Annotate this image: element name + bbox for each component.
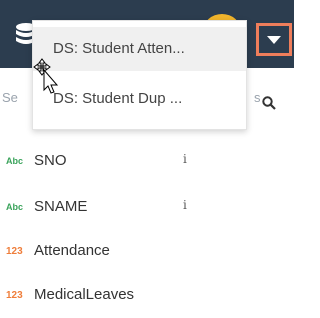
info-icon[interactable]: i bbox=[183, 152, 187, 166]
dataset-dropdown-menu: DS: Student Atten... DS: Student Dup ... bbox=[32, 20, 247, 130]
move-cursor-icon bbox=[33, 58, 59, 94]
dataset-option[interactable]: DS: Student Dup ... bbox=[33, 77, 246, 121]
caret-down-icon bbox=[267, 36, 281, 44]
search-icon[interactable] bbox=[262, 96, 276, 110]
numeric-type-icon: 123 bbox=[6, 290, 23, 301]
field-name: SNAME bbox=[34, 198, 88, 215]
field-name: SNO bbox=[34, 152, 67, 169]
field-item[interactable]: 123 Attendance bbox=[0, 236, 294, 268]
field-item[interactable]: 123 MedicalLeaves bbox=[0, 280, 294, 312]
search-placeholder: Se bbox=[2, 90, 18, 105]
numeric-type-icon: 123 bbox=[6, 246, 23, 257]
dataset-option[interactable]: DS: Student Atten... bbox=[33, 27, 246, 71]
field-name: MedicalLeaves bbox=[34, 286, 135, 303]
field-name: Attendance bbox=[34, 242, 110, 259]
text-type-icon: Abc bbox=[6, 156, 24, 166]
field-item[interactable]: Abc SNO i bbox=[0, 146, 294, 178]
dataset-dropdown-toggle[interactable] bbox=[256, 23, 292, 56]
search-placeholder-tail: s bbox=[254, 90, 261, 105]
field-item[interactable]: Abc SNAME i bbox=[0, 192, 294, 224]
info-icon[interactable]: i bbox=[183, 198, 187, 212]
text-type-icon: Abc bbox=[6, 202, 24, 212]
